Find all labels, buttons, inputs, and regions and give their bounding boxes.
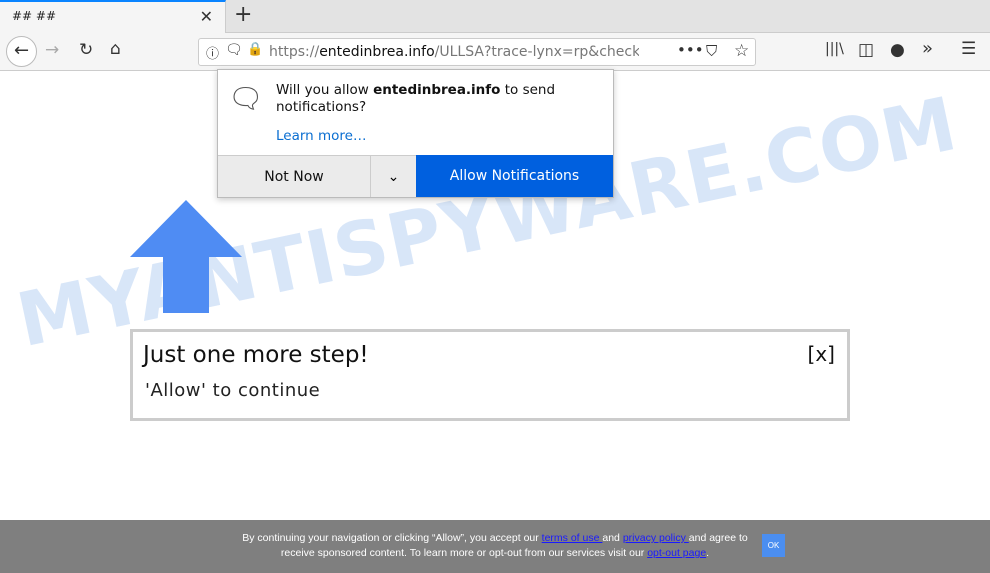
notification-permission-icon[interactable]: 🗨 xyxy=(225,42,243,58)
notification-permission-popup: 🗨 Will you allow entedinbrea.info to sen… xyxy=(217,69,614,198)
library-icon[interactable]: |||\ xyxy=(825,41,844,57)
consent-text: By continuing your navigation or clickin… xyxy=(242,532,748,559)
learn-more-link[interactable]: Learn more… xyxy=(276,128,367,144)
consent-banner: By continuing your navigation or clickin… xyxy=(0,520,990,573)
pocket-icon[interactable]: ⛉ xyxy=(706,42,717,60)
account-icon[interactable]: ● xyxy=(890,40,905,60)
menu-icon[interactable]: ☰ xyxy=(961,39,976,59)
info-icon[interactable]: ⓘ xyxy=(206,43,219,62)
url-text[interactable]: https://entedinbrea.info/ULLSA?trace-lyn… xyxy=(269,44,639,60)
allow-notifications-button[interactable]: Allow Notifications xyxy=(416,155,613,197)
not-now-button[interactable]: Not Now xyxy=(218,155,370,197)
opt-out-link[interactable]: opt-out page xyxy=(647,547,706,559)
chevron-down-icon[interactable]: ⌄ xyxy=(370,155,416,197)
close-button[interactable]: [x] xyxy=(808,342,835,366)
terms-link[interactable]: terms of use xyxy=(542,532,603,544)
new-tab-icon[interactable]: + xyxy=(234,2,252,27)
reload-icon[interactable]: ↻ xyxy=(79,40,93,60)
privacy-link[interactable]: privacy policy xyxy=(623,532,689,544)
tab-title: ## ## xyxy=(12,9,57,23)
forward-icon[interactable]: → xyxy=(45,40,59,60)
lock-icon[interactable]: 🔒 xyxy=(247,42,263,57)
up-arrow-icon xyxy=(130,200,242,313)
ok-button[interactable]: OK xyxy=(762,534,785,557)
back-icon[interactable]: ← xyxy=(6,36,37,67)
sidebar-icon[interactable]: ◫ xyxy=(858,40,874,60)
home-icon[interactable]: ⌂ xyxy=(110,39,121,59)
popup-message: Will you allow entedinbrea.info to send … xyxy=(276,82,556,115)
nav-toolbar: ← → ↻ ⌂ ⓘ 🗨 🔒 https://entedinbrea.info/U… xyxy=(0,33,990,71)
page-actions-icon[interactable]: ••• xyxy=(677,41,704,59)
step-subtitle: 'Allow' to continue xyxy=(145,380,321,401)
tab-bar: ## ## ✕ + xyxy=(0,0,990,33)
chat-icon: 🗨 xyxy=(228,82,264,115)
close-tab-icon[interactable]: ✕ xyxy=(200,7,213,26)
step-title: Just one more step! xyxy=(143,342,369,368)
bookmark-star-icon[interactable]: ☆ xyxy=(734,41,749,61)
step-dialog: Just one more step! 'Allow' to continue … xyxy=(130,329,850,421)
overflow-chevron-icon[interactable]: » xyxy=(922,38,933,59)
address-bar[interactable]: ⓘ 🗨 🔒 https://entedinbrea.info/ULLSA?tra… xyxy=(198,38,756,66)
tab-active[interactable]: ## ## ✕ xyxy=(0,0,226,33)
